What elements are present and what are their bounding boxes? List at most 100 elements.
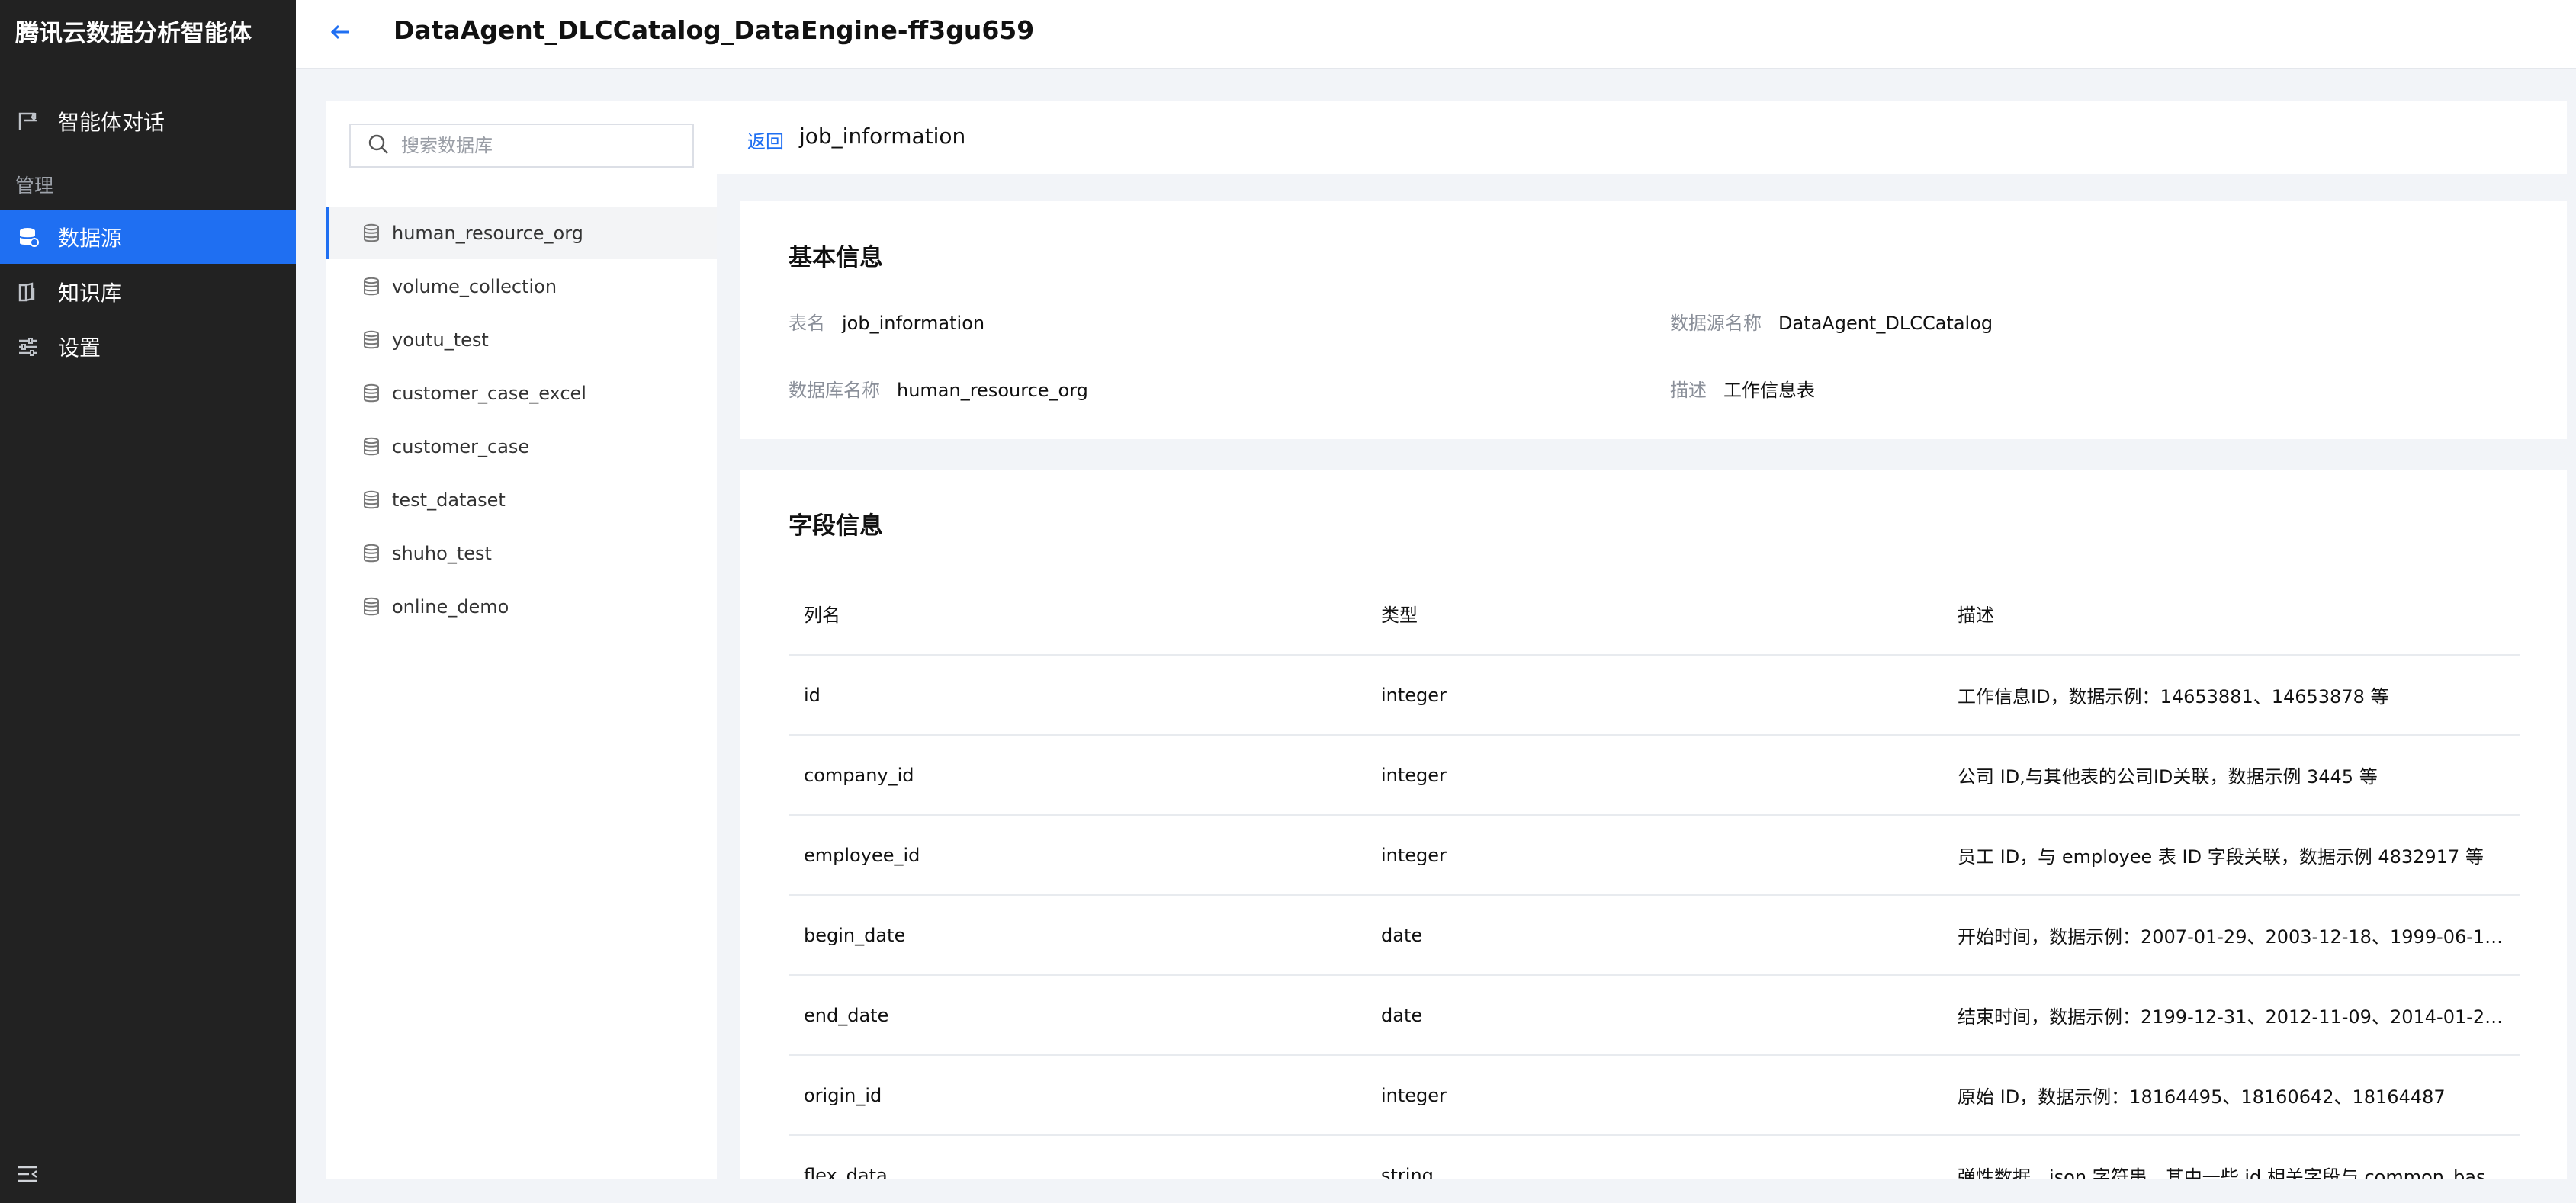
field-description-cell: 工作信息ID，数据示例：14653881、14653878 等 <box>1958 656 2507 734</box>
cell-text: date <box>1381 1004 1423 1026</box>
field-description-cell: 开始时间，数据示例：2007-01-29、2003-12-18、1999-06-… <box>1958 896 2507 974</box>
table-title: job_information <box>799 124 966 149</box>
info-description: 描述 工作信息表 <box>1670 375 1815 402</box>
back-link[interactable]: 返回 <box>747 127 784 153</box>
cell-text: integer <box>1381 1084 1447 1106</box>
field-description-cell: 原始 ID，数据示例：18164495、18160642、18164487 <box>1958 1056 2507 1134</box>
database-item[interactable]: human_resource_org <box>326 207 717 259</box>
sidebar-item-label: 智能体对话 <box>58 110 165 135</box>
table-row: origin_id integer 原始 ID，数据示例：18164495、1816… <box>789 1056 2520 1136</box>
info-value: 工作信息表 <box>1723 380 1815 401</box>
database-icon <box>360 435 383 458</box>
cell-text: date <box>1381 924 1423 946</box>
table-body: id integer 工作信息ID，数据示例：14653881、14653878 等… <box>789 656 2520 1179</box>
sidebar-item-agent-chat[interactable]: 智能体对话 <box>0 95 296 148</box>
field-type-cell: integer <box>1381 736 1945 814</box>
cell-text: integer <box>1381 684 1447 706</box>
cell-text: 弹性数据，json 字符串，其中一些 id 相关字段与 common_basi.… <box>1958 1166 2507 1179</box>
basic-info-title: 基本信息 <box>789 244 883 271</box>
cell-text: id <box>804 684 821 706</box>
cell-text: 开始时间，数据示例：2007-01-29、2003-12-18、1999-06-… <box>1958 926 2507 948</box>
cell-text: end_date <box>804 1004 889 1026</box>
chat-flag-icon <box>15 108 41 134</box>
search-icon <box>368 133 389 158</box>
info-database-name: 数据库名称 human_resource_org <box>789 375 1088 402</box>
collapse-sidebar-button[interactable] <box>15 1163 40 1188</box>
database-item-label: shuho_test <box>392 543 492 564</box>
info-label: 数据源名称 <box>1670 313 1762 334</box>
database-item-label: customer_case_excel <box>392 383 586 404</box>
field-name-cell: begin_date <box>804 896 1368 974</box>
database-item[interactable]: youtu_test <box>326 314 717 366</box>
info-datasource-name: 数据源名称 DataAgent_DLCCatalog <box>1670 308 1993 335</box>
database-item-label: human_resource_org <box>392 223 583 244</box>
brand-title: 腾讯云数据分析智能体 <box>15 20 252 47</box>
database-item[interactable]: customer_case_excel <box>326 367 717 419</box>
cell-text: origin_id <box>804 1084 882 1106</box>
field-type-cell: date <box>1381 896 1945 974</box>
cell-text: flex_data <box>804 1164 888 1179</box>
field-name-cell: company_id <box>804 736 1368 814</box>
database-item-label: youtu_test <box>392 329 489 351</box>
database-item-label: online_demo <box>392 596 509 618</box>
field-name-cell: employee_id <box>804 816 1368 894</box>
database-item[interactable]: customer_case <box>326 421 717 473</box>
table-row: flex_data string 弹性数据，json 字符串，其中一些 id 相关字… <box>789 1136 2520 1179</box>
field-type-cell: integer <box>1381 656 1945 734</box>
sidebar-item-datasource[interactable]: 数据源 <box>0 210 296 264</box>
page-title: DataAgent_DLCCatalog_DataEngine-ff3gu659 <box>393 15 1035 45</box>
info-value: job_information <box>842 313 985 334</box>
field-description-cell: 弹性数据，json 字符串，其中一些 id 相关字段与 common_basi.… <box>1958 1136 2507 1179</box>
table-row: company_id integer 公司 ID,与其他表的公司ID关联，数据示例 … <box>789 736 2520 816</box>
field-type-cell: integer <box>1381 1056 1945 1134</box>
database-item[interactable]: test_dataset <box>326 474 717 526</box>
database-icon <box>360 542 383 565</box>
field-name-cell: end_date <box>804 976 1368 1054</box>
field-type-cell: integer <box>1381 816 1945 894</box>
database-item[interactable]: shuho_test <box>326 528 717 579</box>
field-name-cell: origin_id <box>804 1056 1368 1134</box>
database-list-panel: human_resource_org volume_collectionyoutu… <box>326 101 717 1179</box>
sidebar-section-manage: 管理 <box>15 175 54 197</box>
cell-text: employee_id <box>804 844 920 866</box>
cell-text: company_id <box>804 764 914 786</box>
field-name-cell: id <box>804 656 1368 734</box>
cell-text: 结束时间，数据示例：2199-12-31、2012-11-09、2014-01-… <box>1958 1006 2507 1028</box>
arrow-left-icon <box>328 20 352 47</box>
field-info-title: 字段信息 <box>789 512 883 540</box>
info-label: 描述 <box>1670 380 1707 401</box>
cell-text: begin_date <box>804 924 906 946</box>
sidebar-item-knowledge[interactable]: 知识库 <box>0 265 296 319</box>
info-label: 表名 <box>789 313 825 334</box>
info-table-name: 表名 job_information <box>789 308 984 335</box>
field-description-cell: 员工 ID，与 employee 表 ID 字段关联，数据示例 4832917 … <box>1958 816 2507 894</box>
page-scrollbar[interactable] <box>2567 69 2576 1203</box>
table-row: begin_date date 开始时间，数据示例：2007-01-29、2003-… <box>789 896 2520 976</box>
search-box[interactable] <box>349 124 694 168</box>
info-value: human_resource_org <box>897 380 1088 401</box>
sidebar: 腾讯云数据分析智能体 智能体对话 管理 数据源 知识库 设置 <box>0 0 296 1203</box>
sliders-icon <box>15 334 41 360</box>
field-type-cell: date <box>1381 976 1945 1054</box>
database-icon <box>360 329 383 351</box>
sidebar-item-settings[interactable]: 设置 <box>0 320 296 374</box>
info-label: 数据库名称 <box>789 380 880 401</box>
cell-text: 员工 ID，与 employee 表 ID 字段关联，数据示例 4832917 … <box>1958 846 2484 868</box>
table-row: employee_id integer 员工 ID，与 employee 表 ID … <box>789 816 2520 896</box>
field-description-cell: 公司 ID,与其他表的公司ID关联，数据示例 3445 等 <box>1958 736 2507 814</box>
database-item-label: test_dataset <box>392 489 506 511</box>
sidebar-item-label: 数据源 <box>58 226 123 251</box>
field-type-cell: string <box>1381 1136 1945 1179</box>
database-item[interactable]: volume_collection <box>326 261 717 313</box>
table-row: id integer 工作信息ID，数据示例：14653881、14653878 等 <box>789 656 2520 736</box>
database-icon <box>15 224 41 250</box>
database-icon <box>360 489 383 512</box>
sidebar-item-label: 知识库 <box>58 281 123 306</box>
cell-text: string <box>1381 1164 1434 1179</box>
database-icon <box>360 222 383 245</box>
info-value: DataAgent_DLCCatalog <box>1778 313 1993 334</box>
search-database-input[interactable] <box>401 135 676 156</box>
menu-collapse-icon <box>16 1163 39 1189</box>
back-button[interactable] <box>323 17 357 50</box>
database-item[interactable]: online_demo <box>326 581 717 633</box>
